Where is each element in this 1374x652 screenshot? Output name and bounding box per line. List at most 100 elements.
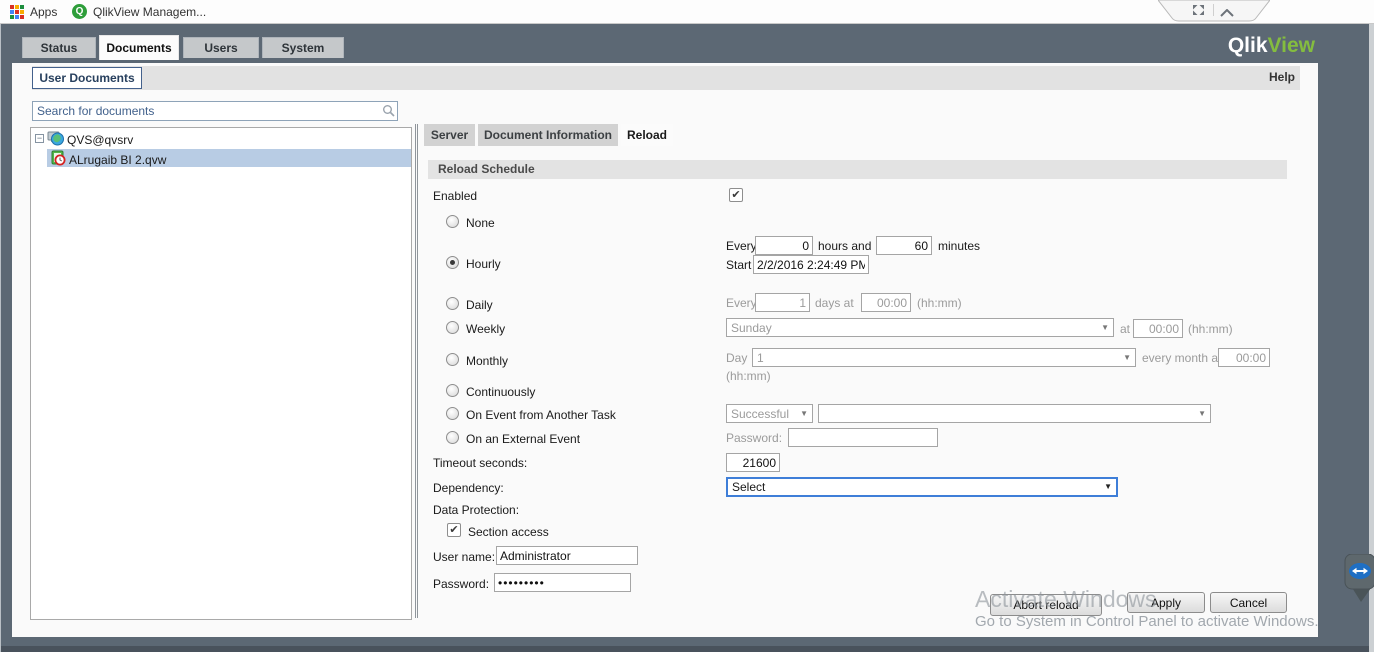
apply-button[interactable]: Apply (1127, 592, 1205, 613)
weekly-day-dropdown[interactable]: Sunday ▼ (726, 318, 1114, 337)
weekly-time-input[interactable] (1133, 319, 1183, 338)
qlikview-logo: QlikView (1205, 34, 1315, 58)
chevron-up-icon[interactable] (1220, 6, 1234, 20)
radio-none[interactable] (446, 215, 459, 228)
radio-none-label: None (466, 216, 495, 230)
apps-grid-icon[interactable] (10, 5, 24, 19)
hourly-minutes-label: minutes (938, 239, 981, 253)
splitter[interactable] (415, 124, 418, 618)
radio-monthly[interactable] (446, 353, 459, 366)
password-input[interactable] (494, 573, 631, 592)
qlikview-favicon-icon: Q (72, 4, 87, 19)
radio-on-event[interactable] (446, 407, 459, 420)
teamviewer-icon[interactable] (1341, 553, 1374, 611)
subtab-bar (32, 66, 1300, 90)
cancel-button[interactable]: Cancel (1210, 592, 1287, 613)
username-input[interactable] (496, 546, 638, 565)
hourly-hours-input[interactable] (755, 236, 813, 255)
hourly-minutes-input[interactable] (876, 236, 932, 255)
dropdown-arrow-icon: ▼ (1101, 323, 1109, 332)
dependency-value: Select (732, 480, 766, 494)
daily-time-input[interactable] (861, 293, 911, 312)
event-trigger-value: Successful (731, 407, 790, 421)
external-password-label: Password: (726, 431, 783, 445)
section-access-checkbox[interactable]: ✔ (447, 523, 461, 537)
radio-on-external-label: On an External Event (466, 432, 581, 446)
abort-reload-button[interactable]: Abort reload (990, 594, 1102, 616)
document-clock-icon (51, 150, 66, 169)
daily-hhmm-label: (hh:mm) (917, 296, 962, 310)
tab-documents[interactable]: Documents (99, 35, 179, 60)
password-label: Password: (433, 577, 490, 591)
radio-weekly-label: Weekly (466, 322, 506, 336)
monthly-day-dropdown[interactable]: 1 ▼ (752, 348, 1136, 367)
external-password-input[interactable] (788, 428, 938, 447)
radio-weekly[interactable] (446, 321, 459, 334)
timeout-input[interactable] (726, 453, 780, 472)
timeout-label: Timeout seconds: (433, 456, 528, 470)
search-input[interactable] (32, 101, 398, 121)
hourly-every-label: Every (726, 239, 757, 253)
daily-days-input[interactable] (755, 293, 810, 312)
hourly-start-label: Start (726, 258, 752, 272)
hourly-start-input[interactable] (753, 255, 869, 274)
help-link[interactable]: Help (1240, 70, 1295, 84)
tab-users[interactable]: Users (183, 37, 259, 58)
daily-days-at-label: days at (815, 296, 854, 310)
enabled-checkbox[interactable]: ✔ (729, 188, 743, 202)
tree-node-server-label[interactable]: QVS@qvsrv (67, 133, 133, 147)
apps-label[interactable]: Apps (30, 5, 57, 19)
tab-server[interactable]: Server (424, 124, 475, 146)
radio-continuously-label: Continuously (466, 385, 536, 399)
weekly-hhmm-label: (hh:mm) (1188, 322, 1233, 336)
radio-continuously[interactable] (446, 384, 459, 397)
collapse-icon[interactable]: − (35, 134, 44, 143)
bottom-edge (0, 646, 1374, 652)
logo-view-text: View (1267, 34, 1315, 57)
data-protection-label: Data Protection: (433, 503, 520, 517)
dropdown-arrow-icon: ▼ (1123, 353, 1131, 362)
event-task-dropdown[interactable]: ▼ (818, 404, 1211, 423)
radio-on-event-label: On Event from Another Task (466, 408, 616, 422)
monthly-hhmm-label: (hh:mm) (726, 369, 771, 383)
monthly-day-label: Day (726, 351, 748, 365)
tab-user-documents[interactable]: User Documents (32, 67, 142, 89)
dropdown-arrow-icon: ▼ (800, 409, 808, 418)
tab-status[interactable]: Status (22, 37, 96, 58)
hourly-hours-and-label: hours and (818, 239, 872, 253)
toolbar-divider (1213, 4, 1214, 16)
server-icon (47, 130, 64, 149)
tab-document-information[interactable]: Document Information (478, 124, 618, 146)
dependency-label: Dependency: (433, 481, 504, 495)
radio-on-external[interactable] (446, 431, 459, 444)
document-tree: − QVS@qvsrv ALrugaib BI 2.qvw (30, 127, 412, 620)
username-label: User name: (433, 550, 496, 564)
monthly-every-month-at-label: every month at (1142, 351, 1222, 365)
dropdown-arrow-icon: ▼ (1198, 409, 1206, 418)
radio-hourly-label: Hourly (466, 257, 501, 271)
fullscreen-exit-toolbar (1157, 0, 1271, 22)
browser-bookmarks-bar: Apps Q QlikView Managem... (0, 0, 1374, 24)
event-trigger-dropdown[interactable]: Successful ▼ (726, 404, 813, 423)
tab-reload[interactable]: Reload (621, 124, 673, 146)
exit-fullscreen-icon[interactable] (1191, 3, 1206, 20)
enabled-label: Enabled (433, 189, 478, 203)
radio-daily-label: Daily (466, 298, 493, 312)
daily-every-label: Every (726, 296, 757, 310)
bookmark-qlikview[interactable]: QlikView Managem... (93, 5, 206, 19)
left-edge (0, 24, 1, 652)
weekly-day-value: Sunday (731, 321, 772, 335)
dependency-dropdown[interactable]: Select ▼ (726, 477, 1118, 497)
weekly-at-label: at (1120, 322, 1131, 336)
radio-daily[interactable] (446, 297, 459, 310)
tab-system[interactable]: System (262, 37, 344, 58)
dropdown-arrow-icon: ▼ (1104, 482, 1112, 491)
radio-hourly[interactable] (446, 256, 459, 269)
tree-node-document-label[interactable]: ALrugaib BI 2.qvw (69, 153, 166, 167)
radio-monthly-label: Monthly (466, 354, 509, 368)
toolbar-shape (1157, 0, 1271, 22)
section-access-label: Section access (468, 525, 549, 539)
monthly-time-input[interactable] (1218, 348, 1270, 367)
logo-qlik-text: Qlik (1227, 34, 1268, 57)
search-icon[interactable] (382, 104, 395, 120)
